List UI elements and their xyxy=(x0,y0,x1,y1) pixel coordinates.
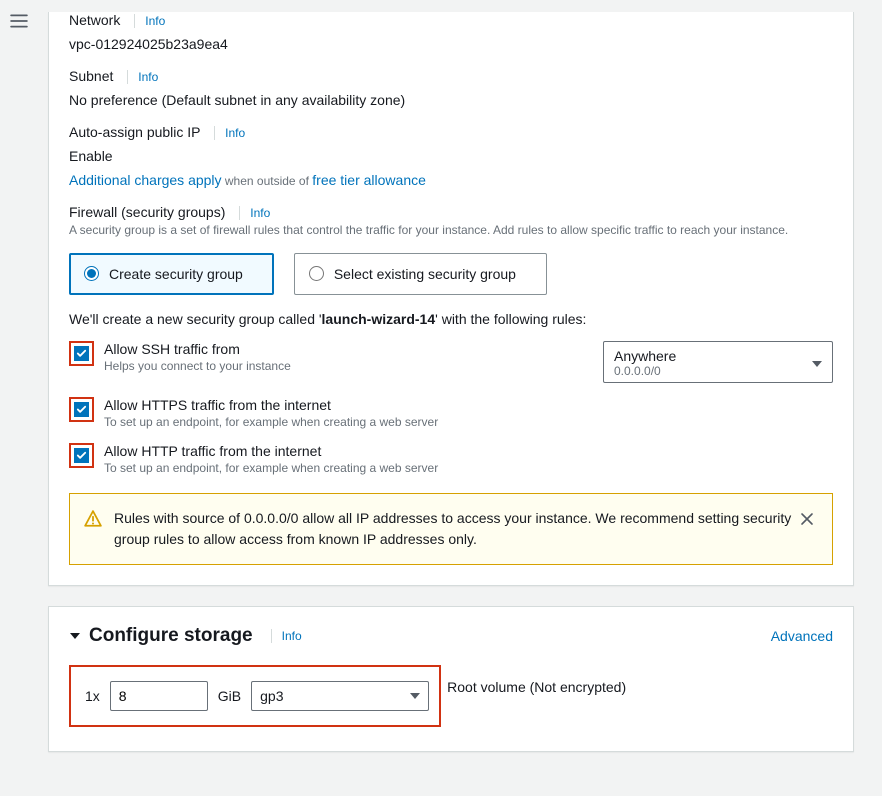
check-icon xyxy=(74,402,89,417)
charges-notice: Additional charges apply when outside of… xyxy=(69,172,833,188)
subnet-label-text: Subnet xyxy=(69,68,113,84)
select-security-group-radio[interactable]: Select existing security group xyxy=(294,253,547,295)
firewall-help: A security group is a set of firewall ru… xyxy=(69,222,833,239)
volume-type-value: gp3 xyxy=(260,688,283,704)
auto-ip-label-text: Auto-assign public IP xyxy=(69,124,200,140)
create-sg-label: Create security group xyxy=(109,266,243,282)
select-sg-radio-input[interactable] xyxy=(309,266,324,281)
configure-storage-panel: Configure storage Info Advanced 1x GiB g… xyxy=(48,606,854,752)
allow-ssh-row: Allow SSH traffic from Helps you connect… xyxy=(69,341,833,383)
sg-msg-pre: We'll create a new security group called… xyxy=(69,311,322,327)
ssh-source-primary: Anywhere xyxy=(614,348,822,364)
allow-http-row: Allow HTTP traffic from the internet To … xyxy=(69,443,833,475)
network-label-text: Network xyxy=(69,12,120,28)
firewall-label: Firewall (security groups) Info xyxy=(69,204,833,220)
volume-type-select[interactable]: gp3 xyxy=(251,681,429,711)
gib-label: GiB xyxy=(218,688,241,704)
select-sg-label: Select existing security group xyxy=(334,266,516,282)
allow-https-label: Allow HTTPS traffic from the internet xyxy=(104,397,833,413)
caret-down-icon xyxy=(812,354,822,370)
ssh-source-select[interactable]: Anywhere 0.0.0.0/0 xyxy=(603,341,833,383)
auto-ip-value: Enable xyxy=(69,148,833,164)
firewall-label-text: Firewall (security groups) xyxy=(69,204,225,220)
firewall-info-link[interactable]: Info xyxy=(239,206,270,220)
allow-https-checkbox[interactable] xyxy=(69,397,94,422)
additional-charges-link[interactable]: Additional charges apply xyxy=(69,172,222,188)
create-sg-radio-input[interactable] xyxy=(84,266,99,281)
volume-size-input[interactable] xyxy=(110,681,208,711)
security-group-radio-group: Create security group Select existing se… xyxy=(69,253,833,295)
root-volume-text: Root volume (Not encrypted) xyxy=(447,679,626,695)
charges-middle: when outside of xyxy=(222,174,313,188)
allow-https-help: To set up an endpoint, for example when … xyxy=(104,415,833,429)
subnet-label: Subnet Info xyxy=(69,68,833,84)
root-volume-row: 1x GiB gp3 xyxy=(69,665,441,727)
caret-down-icon xyxy=(410,693,420,699)
sg-name: launch-wizard-14 xyxy=(322,311,436,327)
volume-multiplier: 1x xyxy=(85,688,100,704)
advanced-link[interactable]: Advanced xyxy=(771,628,833,644)
allow-http-help: To set up an endpoint, for example when … xyxy=(104,461,833,475)
collapse-toggle[interactable] xyxy=(69,628,81,644)
network-info-link[interactable]: Info xyxy=(134,14,165,28)
network-value: vpc-012924025b23a9ea4 xyxy=(69,36,833,52)
network-settings-panel: Network Info vpc-012924025b23a9ea4 Subne… xyxy=(48,12,854,586)
caret-down-icon xyxy=(69,631,81,641)
sg-creation-message: We'll create a new security group called… xyxy=(69,311,833,327)
allow-http-checkbox[interactable] xyxy=(69,443,94,468)
alert-close-button[interactable] xyxy=(796,508,818,533)
subnet-info-link[interactable]: Info xyxy=(127,70,158,84)
auto-ip-label: Auto-assign public IP Info xyxy=(69,124,833,140)
check-icon xyxy=(74,346,89,361)
security-warning-alert: Rules with source of 0.0.0.0/0 allow all… xyxy=(69,493,833,565)
free-tier-link[interactable]: free tier allowance xyxy=(312,172,426,188)
alert-text: Rules with source of 0.0.0.0/0 allow all… xyxy=(114,508,796,550)
warning-icon xyxy=(84,510,102,531)
check-icon xyxy=(74,448,89,463)
network-label: Network Info xyxy=(69,12,833,28)
allow-ssh-label: Allow SSH traffic from xyxy=(104,341,573,357)
close-icon xyxy=(800,512,814,526)
create-security-group-radio[interactable]: Create security group xyxy=(69,253,274,295)
ssh-source-secondary: 0.0.0.0/0 xyxy=(614,364,822,378)
configure-storage-title: Configure storage xyxy=(89,625,253,647)
auto-ip-info-link[interactable]: Info xyxy=(214,126,245,140)
allow-http-label: Allow HTTP traffic from the internet xyxy=(104,443,833,459)
allow-ssh-checkbox[interactable] xyxy=(69,341,94,366)
allow-https-row: Allow HTTPS traffic from the internet To… xyxy=(69,397,833,429)
sg-msg-post: ' with the following rules: xyxy=(435,311,586,327)
menu-toggle-icon[interactable] xyxy=(10,12,28,33)
storage-info-link[interactable]: Info xyxy=(271,629,302,643)
allow-ssh-help: Helps you connect to your instance xyxy=(104,359,573,373)
subnet-value: No preference (Default subnet in any ava… xyxy=(69,92,833,108)
